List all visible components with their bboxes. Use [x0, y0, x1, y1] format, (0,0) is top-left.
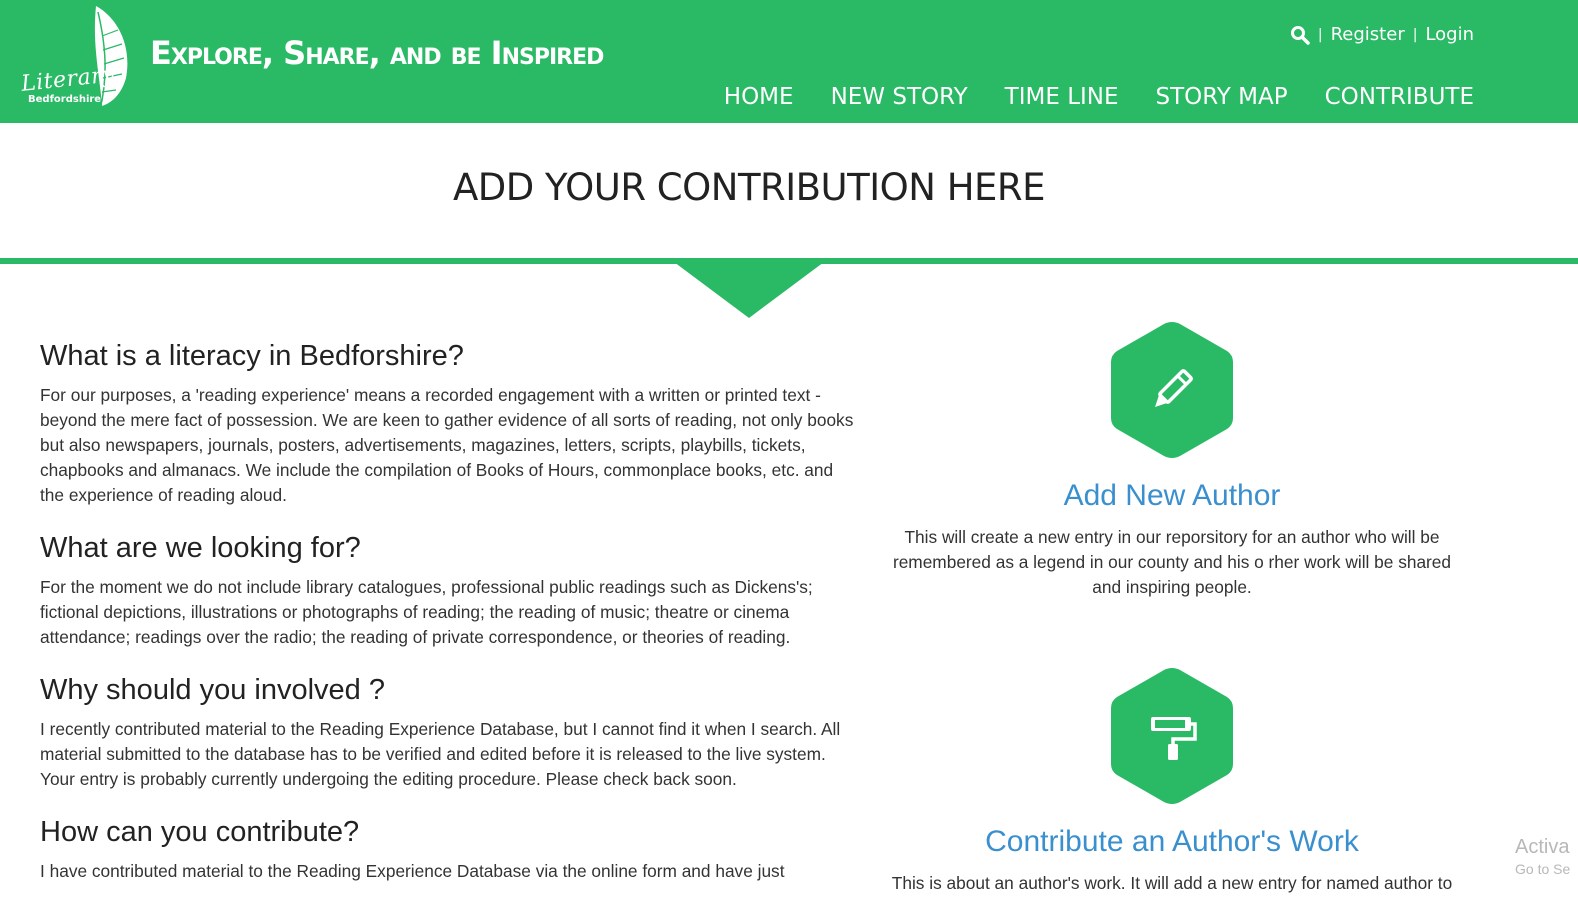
faq-heading: How can you contribute?: [40, 816, 360, 848]
login-link[interactable]: Login: [1425, 24, 1474, 45]
faq-heading: What are we looking for?: [40, 532, 361, 564]
watermark-line1: Activa: [1515, 836, 1570, 858]
register-link[interactable]: Register: [1331, 24, 1405, 45]
faq-section: How can you contribute? I have contribut…: [40, 816, 860, 884]
add-author-title[interactable]: Add New Author: [888, 479, 1456, 513]
faq-heading: Why should you involved ?: [40, 674, 385, 706]
faq-body: I recently contributed material to the R…: [40, 719, 841, 789]
nav-home[interactable]: HOME: [724, 84, 794, 110]
link-separator: |: [1412, 26, 1418, 43]
watermark-line2: Go to Se: [1515, 861, 1571, 877]
site-tagline: Explore, Share, and be Inspired: [150, 34, 604, 72]
activation-watermark: Activa Go to Se: [1515, 836, 1570, 877]
main-nav: HOME NEW STORY TIME LINE STORY MAP CONTR…: [724, 84, 1474, 110]
divider-arrow: [674, 262, 824, 318]
faq-body: For our purposes, a 'reading experience'…: [40, 385, 854, 505]
nav-time-line[interactable]: TIME LINE: [1005, 84, 1119, 110]
contribute-work-title[interactable]: Contribute an Author's Work: [888, 825, 1456, 859]
faq-heading: What is a literacy in Bedforshire?: [40, 340, 464, 372]
faq-body: I have contributed material to the Readi…: [40, 861, 785, 881]
faq-section: What is a literacy in Bedforshire? For o…: [40, 340, 860, 508]
nav-new-story[interactable]: NEW STORY: [831, 84, 968, 110]
contribute-work-description: This is about an author's work. It will …: [891, 873, 1453, 893]
pencil-icon[interactable]: [1109, 319, 1235, 461]
paint-roller-icon[interactable]: [1109, 665, 1235, 807]
faq-column: What is a literacy in Bedforshire? For o…: [40, 340, 860, 908]
faq-body: For the moment we do not include library…: [40, 577, 813, 647]
page-title: ADD YOUR CONTRIBUTION HERE: [453, 166, 1046, 209]
faq-section: Why should you involved ? I recently con…: [40, 674, 860, 792]
account-links: | Register | Login: [1290, 24, 1474, 45]
site-header: Literary Bedfordshire Explore, Share, an…: [0, 0, 1578, 123]
site-logo[interactable]: Literary Bedfordshire: [18, 6, 134, 110]
contribute-work-card[interactable]: Contribute an Author's Work This is abou…: [888, 665, 1456, 896]
nav-story-map[interactable]: STORY MAP: [1156, 84, 1288, 110]
nav-contribute[interactable]: CONTRIBUTE: [1325, 84, 1474, 110]
add-author-card[interactable]: Add New Author This will create a new en…: [888, 319, 1456, 600]
link-separator: |: [1317, 26, 1323, 43]
search-icon[interactable]: [1290, 25, 1310, 45]
logo-subtitle: Bedfordshire: [28, 94, 102, 105]
add-author-description: This will create a new entry in our repo…: [892, 527, 1452, 597]
faq-section: What are we looking for? For the moment …: [40, 532, 860, 650]
